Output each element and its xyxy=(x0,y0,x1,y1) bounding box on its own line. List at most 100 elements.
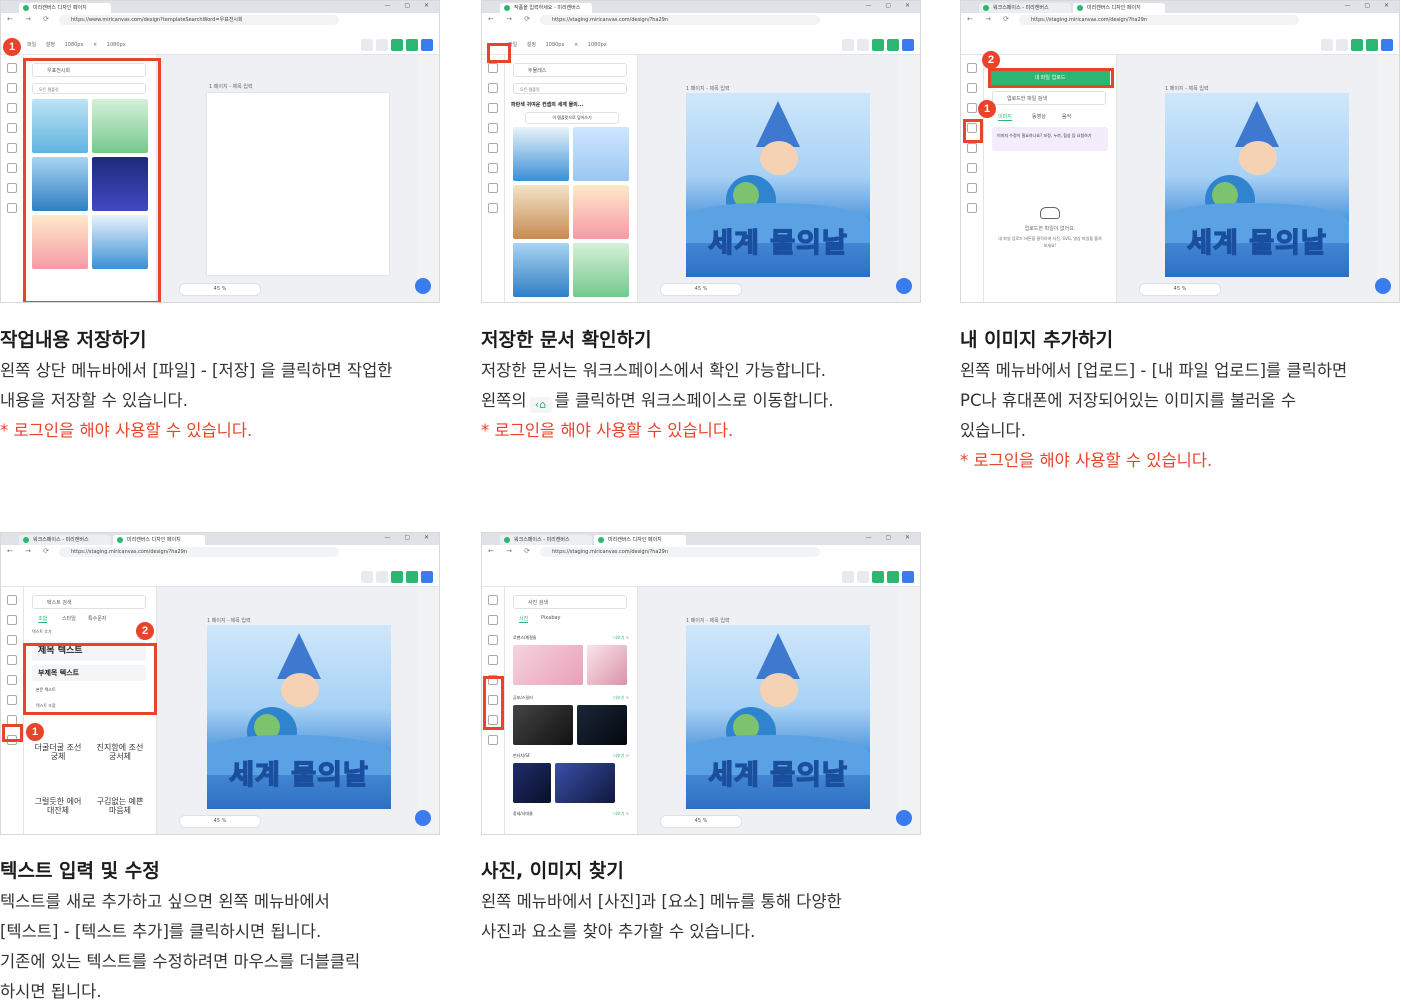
url-field[interactable]: https://www.miricanvas.com/design?templa… xyxy=(59,15,339,25)
page-label: 1 페이지 - 제목 입력 xyxy=(207,618,251,624)
photo-thumb[interactable] xyxy=(555,763,615,803)
nav-buttons[interactable]: ← → ⟳ xyxy=(967,15,1014,23)
chat-icon[interactable] xyxy=(415,810,431,826)
photo-thumb[interactable] xyxy=(513,763,551,803)
canvas-area: 1 페이지 - 제목 입력 세계 물의날 45 % xyxy=(638,587,898,834)
upload-search-input[interactable]: 업로드한 파일 검색 xyxy=(992,91,1106,105)
blank-page[interactable] xyxy=(207,93,389,275)
chat-icon[interactable] xyxy=(415,278,431,294)
body-text: 왼쪽의 xyxy=(481,391,527,410)
tab-special-chars[interactable]: 특수문자 xyxy=(88,615,106,622)
zoom-control[interactable]: 45 % xyxy=(1139,283,1221,296)
step-badge: 1 xyxy=(26,723,44,741)
more-link[interactable]: 더보기 > xyxy=(613,635,629,641)
chat-icon[interactable] xyxy=(896,810,912,826)
browser-tab[interactable]: 미리캔버스 디자인 페이지 xyxy=(113,535,205,545)
browser-tab[interactable]: 미리캔버스 디자인 페이지 xyxy=(1073,3,1165,13)
window-controls[interactable]: — ▢ ✕ xyxy=(1344,2,1395,9)
template-thumb[interactable] xyxy=(573,127,629,181)
template-filter-select[interactable]: 모든 템플릿 xyxy=(513,83,627,94)
tab-music[interactable]: 음악 xyxy=(1062,113,1071,120)
zoom-control[interactable]: 45 % xyxy=(179,815,261,828)
body-line: [텍스트] - [텍스트 추가]를 클릭하시면 됩니다. xyxy=(0,922,322,941)
highlight-box xyxy=(988,68,1114,88)
bookmark-bar xyxy=(961,27,1399,36)
section-title: 내 이미지 추가하기 xyxy=(960,329,1114,351)
section-body: 왼쪽 메뉴바에서 [사진]과 [요소] 메뉴를 통해 다양한 사진과 요소를 찾… xyxy=(481,887,926,947)
photo-thumb[interactable] xyxy=(513,645,583,685)
photo-thumb[interactable] xyxy=(513,705,573,745)
left-rail xyxy=(482,55,505,302)
template-thumb[interactable] xyxy=(513,243,569,297)
highlight-box xyxy=(487,43,511,63)
more-link[interactable]: 더보기 > xyxy=(613,695,629,701)
section-body: 텍스트를 새로 추가하고 싶으면 왼쪽 메뉴바에서 [텍스트] - [텍스트 추… xyxy=(0,887,445,1007)
browser-tab[interactable]: 미리캔버스 디자인 페이지 xyxy=(19,3,111,13)
chat-icon[interactable] xyxy=(896,278,912,294)
screenshot-add-image: 워크스페이스 - 미리캔버스 미리캔버스 디자인 페이지 — ▢ ✕ ← → ⟳… xyxy=(960,0,1400,303)
poster-page[interactable]: 세계 물의날 xyxy=(686,93,870,277)
app-menu[interactable]: 파일 설정 1080px × 1080px xyxy=(508,36,607,54)
zoom-control[interactable]: 45 % xyxy=(179,283,261,296)
window-controls[interactable]: — ▢ ✕ xyxy=(865,2,916,9)
font-sample[interactable]: 진지함에 조선궁서체 xyxy=(96,743,144,761)
window-controls[interactable]: — ▢ ✕ xyxy=(865,534,916,541)
photo-search-input[interactable]: 사진 검색 xyxy=(513,595,627,609)
apply-template-button[interactable]: 이 템플릿으로 덮어쓰기 xyxy=(525,112,619,124)
poster-page[interactable]: 세계 물의날 xyxy=(207,625,391,809)
text-search-input[interactable]: 텍스트 검색 xyxy=(32,595,146,609)
bookmark-bar xyxy=(482,559,920,568)
window-controls[interactable]: — ▢ ✕ xyxy=(384,2,435,9)
nav-buttons[interactable]: ← → ⟳ xyxy=(488,15,535,23)
window-controls[interactable]: — ▢ ✕ xyxy=(384,534,435,541)
step-badge: 1 xyxy=(978,100,996,118)
font-sample[interactable]: 구김없는 예쁜 마음체 xyxy=(96,797,144,815)
canvas-area: 1 페이지 - 제목 입력 45 % xyxy=(157,55,417,302)
template-thumb[interactable] xyxy=(573,243,629,297)
template-thumb[interactable] xyxy=(513,127,569,181)
app-menubar xyxy=(1,568,439,587)
tab-photo[interactable]: 사진 xyxy=(519,615,529,623)
browser-tab[interactable]: 워크스페이스 - 미리캔버스 xyxy=(19,535,111,545)
tab-image[interactable]: 이미지 xyxy=(998,113,1012,121)
bookmark-bar xyxy=(1,559,439,568)
tab-combo[interactable]: 조합 xyxy=(38,615,48,623)
browser-tab[interactable]: 워크스페이스 - 미리캔버스 xyxy=(500,535,592,545)
template-thumb[interactable] xyxy=(573,185,629,239)
browser-titlebar: 워크스페이스 - 미리캔버스 미리캔버스 디자인 페이지 — ▢ ✕ xyxy=(1,533,439,545)
url-field[interactable]: https://staging.miricanvas.com/design/?h… xyxy=(540,15,820,25)
canvas-area: 1 페이지 - 제목 입력 세계 물의날 45 % xyxy=(157,587,417,834)
chat-icon[interactable] xyxy=(1375,278,1391,294)
font-sample[interactable]: 더굴더굴 조선궁체 xyxy=(34,743,82,761)
browser-tab[interactable]: 미리캔버스 디자인 페이지 xyxy=(594,535,686,545)
font-sample[interactable]: 그럴듯한 에어 대잔체 xyxy=(34,797,82,815)
app-menu[interactable]: 파일 설정 1080px × 1080px xyxy=(27,36,126,54)
nav-buttons[interactable]: ← → ⟳ xyxy=(488,547,535,555)
browser-tab[interactable]: 작품을 입력하세요 - 미리캔버스 xyxy=(500,3,592,13)
url-field[interactable]: https://staging.miricanvas.com/design/?h… xyxy=(1019,15,1299,25)
app-toolbar xyxy=(361,39,433,51)
photo-thumb[interactable] xyxy=(577,705,627,745)
poster-page[interactable]: 세계 물의날 xyxy=(1165,93,1349,277)
zoom-control[interactable]: 45 % xyxy=(660,283,742,296)
zoom-control[interactable]: 45 % xyxy=(660,815,742,828)
app-menubar: 파일 설정 1080px × 1080px xyxy=(482,36,920,55)
poster-page[interactable]: 세계 물의날 xyxy=(686,625,870,809)
nav-buttons[interactable]: ← → ⟳ xyxy=(7,15,54,23)
tab-pixabay[interactable]: Pixabay xyxy=(541,615,561,621)
url-field[interactable]: https://staging.miricanvas.com/design/?h… xyxy=(59,547,339,557)
promo-banner[interactable]: 이미지 수정이 필요하나요? 보정, 누끼, 합성 등 요청하기 xyxy=(992,127,1108,151)
login-note: * 로그인을 해야 사용할 수 있습니다. xyxy=(481,421,734,440)
photo-panel: 사진 검색 사진 Pixabay 로맨스/계절들 더보기 > 공포/스릴러 더보… xyxy=(505,587,638,834)
tab-style[interactable]: 스타일 xyxy=(62,615,76,622)
template-search-input[interactable]: 두물레스 xyxy=(513,63,627,77)
body-line: 텍스트를 새로 추가하고 싶으면 왼쪽 메뉴바에서 xyxy=(0,892,330,911)
nav-buttons[interactable]: ← → ⟳ xyxy=(7,547,54,555)
tab-video[interactable]: 동영상 xyxy=(1032,113,1046,120)
url-field[interactable]: https://staging.miricanvas.com/design/?h… xyxy=(540,547,820,557)
template-thumb[interactable] xyxy=(513,185,569,239)
browser-tab[interactable]: 워크스페이스 - 미리캔버스 xyxy=(979,3,1071,13)
more-link[interactable]: 더보기 > xyxy=(613,811,629,817)
more-link[interactable]: 더보기 > xyxy=(613,753,629,759)
photo-thumb[interactable] xyxy=(587,645,627,685)
